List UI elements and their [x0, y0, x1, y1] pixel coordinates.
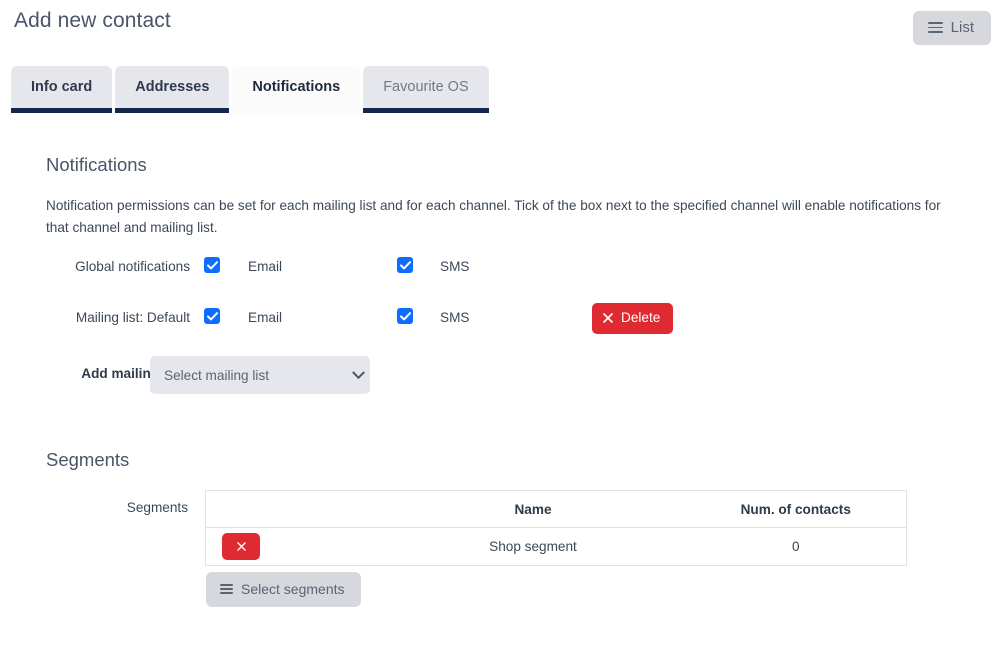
list-button[interactable]: List — [912, 11, 991, 45]
page-title: Add new contact — [14, 9, 171, 32]
list-button-label: List — [950, 19, 974, 36]
segment-action-cell — [205, 527, 381, 566]
notifications-heading: Notifications — [46, 154, 147, 175]
tab-info-card[interactable]: Info card — [11, 66, 113, 113]
checkbox-global-email[interactable] — [204, 257, 220, 273]
channel-label-email: Email — [248, 259, 282, 274]
segments-table-head: Name Num. of contacts — [205, 490, 907, 528]
tab-favourite-os[interactable]: Favourite OS — [363, 66, 489, 113]
hamburger-icon — [927, 22, 943, 33]
check-icon — [206, 260, 218, 269]
close-x-icon — [236, 542, 246, 551]
segments-table-body: Shop segment 0 — [205, 527, 907, 566]
check-icon — [399, 311, 411, 320]
tab-bar: Info card Addresses Notifications Favour… — [11, 66, 489, 113]
select-segments-button-label: Select segments — [241, 581, 345, 597]
mailing-list-select[interactable]: Select mailing list — [150, 356, 370, 394]
checkbox-mailing-email[interactable] — [204, 308, 220, 324]
close-x-icon — [603, 312, 613, 323]
segments-table: Name Num. of contacts Shop segment 0 — [205, 490, 907, 566]
segments-row-label: Segments — [126, 500, 188, 515]
add-mailing-list-row: Add mailing list: Select mailing list — [0, 356, 1002, 394]
remove-segment-button[interactable] — [222, 533, 260, 560]
hamburger-icon — [220, 584, 233, 594]
notification-row-mailing-list: Mailing list: Default Email SMS Delete — [0, 303, 1002, 334]
channel-label-sms: SMS — [440, 310, 470, 325]
check-icon — [206, 311, 218, 320]
check-icon — [399, 260, 411, 269]
table-header-row: Name Num. of contacts — [205, 490, 907, 528]
column-header-name: Name — [380, 490, 686, 528]
column-header-action — [205, 490, 381, 528]
table-row: Shop segment 0 — [205, 527, 907, 566]
delete-mailing-list-button[interactable]: Delete — [592, 303, 674, 334]
segment-name-cell: Shop segment — [380, 527, 686, 566]
tab-notifications[interactable]: Notifications — [232, 66, 361, 113]
delete-button-label: Delete — [621, 310, 661, 325]
channel-label-sms: SMS — [440, 259, 470, 274]
channel-label-email: Email — [248, 310, 282, 325]
checkbox-global-sms[interactable] — [397, 257, 413, 273]
notification-row-label: Mailing list: Default — [75, 310, 190, 325]
select-segments-button[interactable]: Select segments — [206, 572, 361, 607]
checkbox-mailing-sms[interactable] — [397, 308, 413, 324]
notification-row-label: Global notifications — [75, 259, 190, 274]
segment-num-contacts-cell: 0 — [685, 527, 907, 566]
notification-row-global: Global notifications Email SMS — [0, 253, 1002, 283]
segments-heading: Segments — [46, 449, 130, 470]
column-header-num-contacts: Num. of contacts — [685, 490, 907, 528]
notifications-description: Notification permissions can be set for … — [46, 198, 941, 236]
tab-addresses[interactable]: Addresses — [115, 66, 230, 113]
